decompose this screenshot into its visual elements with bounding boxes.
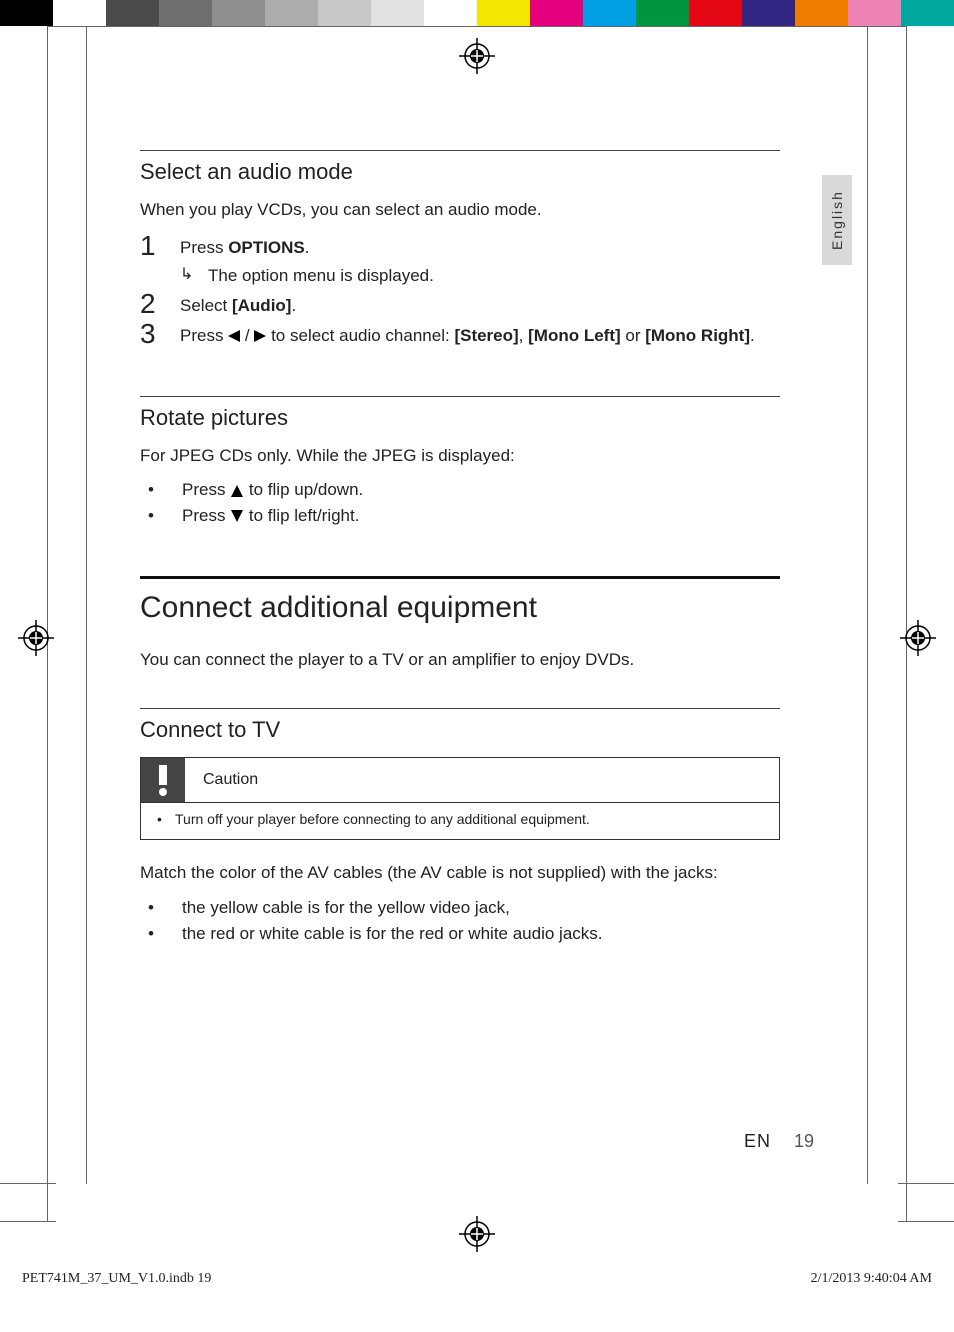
language-label: English	[829, 190, 845, 250]
crop-line	[0, 1183, 56, 1184]
crop-line	[47, 26, 907, 27]
footer-lang: EN	[744, 1131, 771, 1151]
page-footer: EN 19	[744, 1131, 814, 1152]
heading-rotate-pictures: Rotate pictures	[140, 405, 780, 431]
caution-title: Caution	[185, 771, 258, 789]
crop-line	[86, 26, 87, 1184]
body-text: Match the color of the AV cables (the AV…	[140, 862, 780, 885]
section-connect-tv: Connect to TV Caution •Turn off your pla…	[140, 708, 780, 946]
section-connect-additional: Connect additional equipment You can con…	[140, 576, 780, 672]
list-item: •Press to flip up/down.	[140, 477, 780, 503]
result-arrow-icon: ↳	[180, 264, 208, 286]
print-filename: PET741M_37_UM_V1.0.indb 19	[22, 1271, 211, 1287]
print-metadata: PET741M_37_UM_V1.0.indb 19 2/1/2013 9:40…	[22, 1271, 932, 1287]
divider-thick	[140, 576, 780, 579]
heading-select-audio-mode: Select an audio mode	[140, 159, 780, 185]
step-2: 2 Select [Audio].	[140, 290, 780, 318]
left-triangle-icon	[228, 330, 240, 342]
printer-color-bar	[0, 0, 954, 26]
list-item: •Press to flip left/right.	[140, 503, 780, 529]
print-timestamp: 2/1/2013 9:40:04 AM	[811, 1271, 932, 1287]
divider	[140, 150, 780, 151]
crop-line	[867, 26, 868, 1184]
divider	[140, 708, 780, 709]
step-3: 3 Press / to select audio channel: [Ster…	[140, 320, 780, 348]
caution-box: Caution •Turn off your player before con…	[140, 757, 780, 840]
up-triangle-icon	[230, 485, 244, 497]
registration-mark-icon	[459, 1216, 495, 1252]
step-number: 2	[140, 290, 180, 318]
down-triangle-icon	[230, 510, 244, 522]
heading-connect-tv: Connect to TV	[140, 717, 780, 743]
crop-line	[898, 1183, 954, 1184]
list-item: •the yellow cable is for the yellow vide…	[140, 895, 780, 921]
divider	[140, 396, 780, 397]
intro-text: You can connect the player to a TV or an…	[140, 649, 780, 672]
section-rotate-pictures: Rotate pictures For JPEG CDs only. While…	[140, 396, 780, 529]
intro-text: When you play VCDs, you can select an au…	[140, 199, 780, 222]
registration-mark-icon	[18, 620, 54, 656]
footer-page-number: 19	[794, 1131, 814, 1151]
heading-connect-additional: Connect additional equipment	[140, 591, 780, 625]
list-item: •the red or white cable is for the red o…	[140, 921, 780, 947]
step-1: 1 Press OPTIONS. ↳ The option menu is di…	[140, 232, 780, 288]
crop-line	[0, 1221, 56, 1222]
caution-icon	[141, 758, 185, 802]
section-select-audio-mode: Select an audio mode When you play VCDs,…	[140, 150, 780, 348]
intro-text: For JPEG CDs only. While the JPEG is dis…	[140, 445, 780, 468]
list-item: •Turn off your player before connecting …	[157, 811, 763, 827]
registration-mark-icon	[459, 38, 495, 74]
right-triangle-icon	[254, 330, 266, 342]
language-tab: English	[822, 175, 852, 265]
crop-line	[898, 1221, 954, 1222]
step-number: 1	[140, 232, 180, 260]
registration-mark-icon	[900, 620, 936, 656]
step-number: 3	[140, 320, 180, 348]
